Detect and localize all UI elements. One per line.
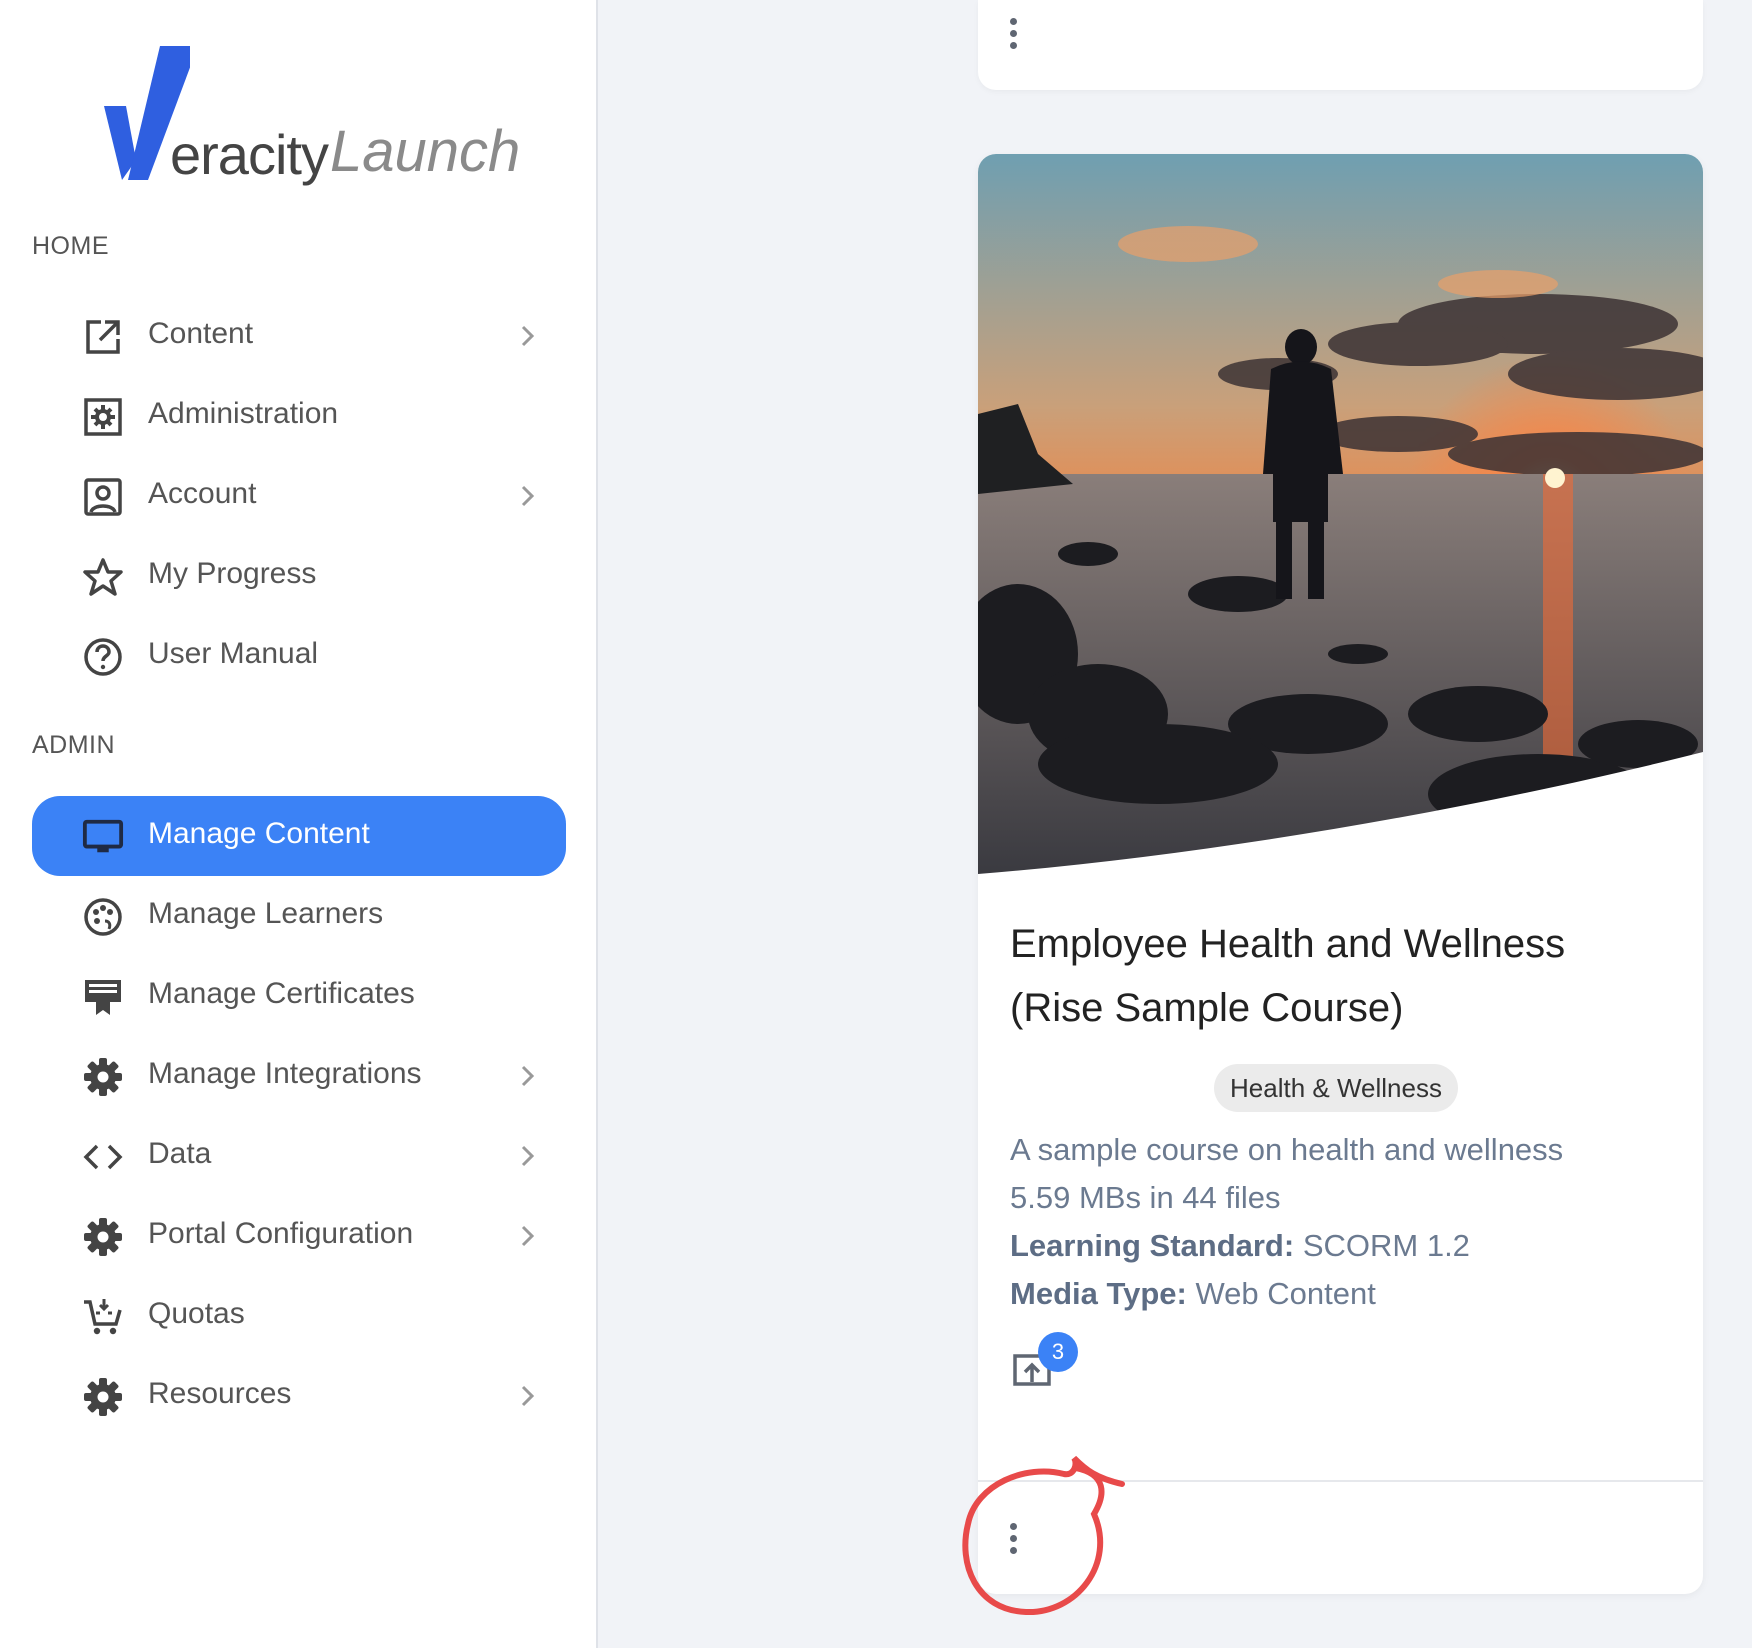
palette-icon [82,896,124,938]
home-section-title: HOME [32,232,109,260]
external-link-icon [82,316,124,358]
course-title-line-1: Employee Health and Wellness [1010,922,1566,966]
sidebar-item-quotas[interactable]: Quotas [32,1276,566,1356]
sunset-man-on-rocks-image[interactable] [978,154,1703,874]
card-divider [978,1480,1703,1482]
dot [1010,1523,1017,1530]
chevron-right-icon [521,1065,535,1087]
dot [1010,18,1017,25]
sidebar-item-manage-integrations[interactable]: Manage Integrations [32,1036,566,1116]
course-title: Employee Health and Wellness (Rise Sampl… [1010,912,1670,1040]
gear-icon [82,1056,124,1098]
star-icon [82,556,124,598]
sidebar-item-user-manual[interactable]: User Manual [32,616,566,696]
cart-icon [82,1296,124,1338]
sidebar-item-administration[interactable]: Administration [32,376,566,456]
launch-count-badge: 3 [1038,1332,1078,1372]
sidebar-item-label: Quotas [148,1297,245,1330]
certificate-icon [82,976,124,1018]
sidebar-item-label: Resources [148,1377,292,1410]
media-type-row: Media Type: Web Content [1010,1276,1376,1312]
learning-standard-label: Learning Standard: [1010,1228,1295,1263]
chevron-right-icon [521,325,535,347]
logo-text-veracity: eracity [170,123,329,186]
help-circle-icon [82,636,124,678]
sidebar-item-label: Manage Learners [148,897,384,930]
card-more-options-button[interactable] [998,1519,1028,1559]
monitor-icon [82,816,124,858]
sidebar-item-label: Content [148,317,254,350]
dot [1010,1535,1017,1542]
sidebar-item-label: Data [148,1137,212,1170]
category-tag[interactable]: Health & Wellness [1214,1064,1458,1112]
media-type-value: Web Content [1195,1276,1376,1311]
sidebar-item-label: Manage Integrations [148,1057,422,1090]
logo-text-launch: Launch [330,119,521,184]
media-type-label: Media Type: [1010,1276,1187,1311]
code-icon [82,1136,124,1178]
sidebar-item-manage-certificates[interactable]: Manage Certificates [32,956,566,1036]
sidebar-item-label: Portal Configuration [148,1217,414,1250]
sidebar-item-my-progress[interactable]: My Progress [32,536,566,616]
sidebar-item-label: User Manual [148,637,319,670]
chevron-right-icon [521,1145,535,1167]
sidebar-item-label: Administration [148,397,339,430]
veracity-launch-logo[interactable]: eracity Launch [100,42,520,192]
course-title-line-2: (Rise Sample Course) [1010,986,1404,1030]
sidebar-item-manage-learners[interactable]: Manage Learners [32,876,566,956]
more-options-button[interactable] [998,14,1028,54]
dot [1010,1547,1017,1554]
course-size-info: 5.59 MBs in 44 files [1010,1180,1281,1215]
sidebar-item-label: Manage Certificates [148,977,415,1010]
gear-icon [82,1216,124,1258]
sidebar-item-label: Manage Content [148,817,370,850]
dot [1010,42,1017,49]
admin-section-title: ADMIN [32,731,116,759]
chevron-right-icon [521,1225,535,1247]
sidebar-item-resources[interactable]: Resources [32,1356,566,1436]
settings-box-icon [82,396,124,438]
sidebar-item-manage-content[interactable]: Manage Content [32,796,566,876]
learning-standard-value: SCORM 1.2 [1302,1228,1470,1263]
learning-standard-row: Learning Standard: SCORM 1.2 [1010,1228,1470,1264]
sidebar-item-content[interactable]: Content [32,296,566,376]
dot [1010,30,1017,37]
sidebar-item-label: My Progress [148,557,317,590]
sidebar-item-account[interactable]: Account [32,456,566,536]
gear-icon [82,1376,124,1418]
sidebar-item-data[interactable]: Data [32,1116,566,1196]
sidebar: eracity Launch HOME Content Administrati… [0,0,598,1648]
course-description: A sample course on health and wellness [1010,1132,1564,1167]
user-box-icon [82,476,124,518]
sidebar-item-portal-configuration[interactable]: Portal Configuration [32,1196,566,1276]
sidebar-item-label: Account [148,477,257,510]
chevron-right-icon [521,485,535,507]
content-card: Employee Health and Wellness (Rise Sampl… [978,154,1703,1594]
content-card-previous [978,0,1703,90]
chevron-right-icon [521,1385,535,1407]
